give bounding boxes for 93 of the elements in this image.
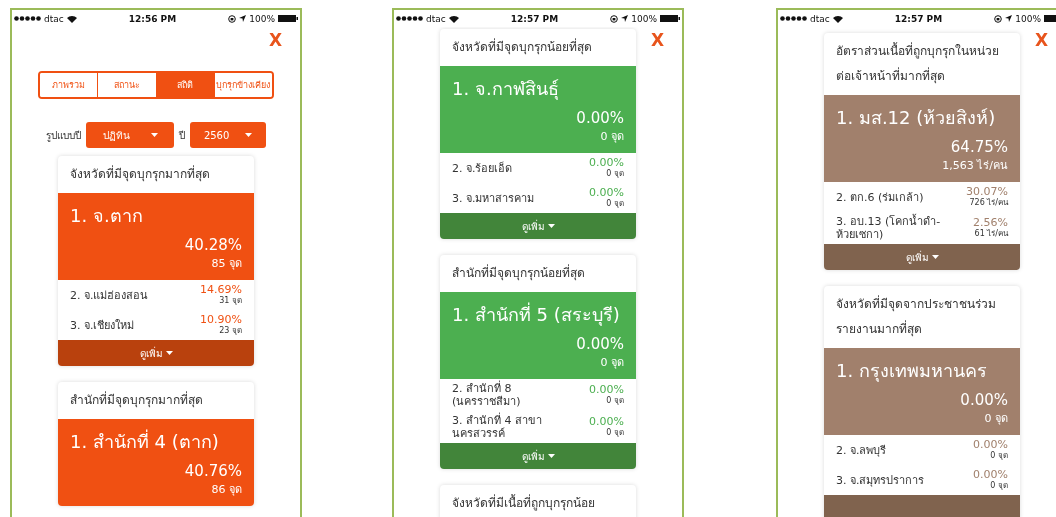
tab[interactable]: ภาพรวม [40,73,99,97]
rank-percent: 0.00% [589,384,624,396]
rank-count: 0 จุด [990,451,1008,461]
rank-percent: 14.69% [200,284,242,296]
rank-count: 23 จุด [219,326,242,336]
rank-percent: 0.00% [576,109,624,127]
rank-percent: 0.00% [973,439,1008,451]
wifi-icon [66,14,77,23]
status-time: 12:57 PM [894,13,943,24]
rank-count: 85 จุด [211,256,242,272]
location-icon [621,15,629,22]
rank-name: 3. สำนักที่ 4 สาขา นครสวรรค์ [452,414,543,440]
rank-percent: 10.90% [200,314,242,326]
card-title: สำนักที่มีจุดบุกรุกน้อยที่สุด [451,263,586,283]
rank-name: 1. สำนักที่ 4 (ตาก) [70,428,220,454]
card-title: จังหวัดที่มีเนื้อที่ถูกบุกรุกน้อย [451,493,596,513]
battery-icon [278,15,298,22]
location-icon [1005,15,1013,22]
battery-percent: 100% [631,13,657,24]
rank-count: 0 จุด [606,199,624,209]
rank-count: 0 จุด [600,129,624,145]
card-title: จังหวัดที่มีจุดบุกรุกน้อยที่สุด [451,37,593,57]
rank-name: 3. จ.เชียงใหม่ [70,318,135,332]
rank-count: 86 จุด [211,482,242,498]
rank-count: 1,563 ไร่/คน [942,158,1008,174]
rank-count: 0 จุด [984,411,1008,427]
tab[interactable]: บุกรุกข้างเคียง [214,73,272,97]
battery-percent: 100% [1015,13,1041,24]
rank-count: 0 จุด [600,355,624,371]
status-time: 12:56 PM [128,13,177,24]
show-more-button[interactable]: ดูเพิ่ม [58,340,254,366]
rank-name: 1. จ.ตาก [70,204,144,228]
card-title: จังหวัดที่มีจุดบุกรุกมากที่สุด [69,164,211,184]
carrier-name: dtac [44,13,64,24]
rank-percent: 2.56% [973,217,1008,229]
rank-count: 0 จุด [990,481,1008,491]
carrier-name: dtac [810,13,830,24]
rank-percent: 0.00% [960,391,1008,409]
rank-count: 31 จุด [219,296,242,306]
signal-icon [780,16,807,21]
rank-count: 0 จุด [606,428,624,438]
rank-name: 1. มส.12 (ห้วยสิงห์) [836,106,997,130]
show-more-button[interactable]: ดูเพิ่ม [824,244,1020,270]
rank-name: 3. อบ.13 (โคกน้ำดำ-ห้วยเซกา) [836,215,942,241]
dropdown[interactable]: ปฏิทิน [86,122,174,148]
lock-rotation-icon [610,14,619,23]
dropdown[interactable]: 2560 [190,122,266,148]
rank-name: 2. จ.แม่ฮ่องสอน [70,288,149,302]
battery-percent: 100% [249,13,275,24]
location-icon [239,15,247,22]
rank-name: 2. สำนักที่ 8 (นครราชสีมา) [452,382,522,408]
rank-name: 2. จ.ลพบุรี [836,443,887,457]
show-more-button[interactable]: ดูเพิ่ม [440,213,636,239]
rank-percent: 0.00% [589,187,624,199]
rank-name: 1. จ.กาฬสินธุ์ [452,77,560,102]
close-button[interactable]: X [650,30,664,50]
rank-name: 2. จ.ร้อยเอ็ด [452,161,513,175]
show-more-button[interactable]: ดูเพิ่ม [440,443,636,469]
rank-name: 3. จ.มหาสารคาม [452,191,535,205]
rank-percent: 30.07% [966,186,1008,198]
close-button[interactable]: X [1034,30,1048,50]
card-title: สำนักที่มีจุดบุกรุกมากที่สุด [69,390,204,410]
rank-count: 0 จุด [606,169,624,179]
rank-percent: 64.75% [950,138,1008,156]
tab[interactable]: สถิติ [156,73,215,97]
rank-count: 61 ไร่/คน [974,229,1008,239]
battery-icon [660,15,680,22]
rank-percent: 0.00% [589,416,624,428]
signal-icon [14,16,41,21]
rank-count: 726 ไร่/คน [969,198,1008,208]
card-title: จังหวัดที่มีจุดจากประชาชนร่วมรายงานมากที่สุด [835,294,997,339]
filter-label: ปี [179,128,185,143]
lock-rotation-icon [228,14,237,23]
rank-percent: 40.28% [184,236,242,254]
rank-name: 3. จ.สมุทรปราการ [836,473,925,487]
filter-label: รูปแบบปี [46,128,81,143]
wifi-icon [832,14,843,23]
signal-icon [396,16,423,21]
rank-percent: 0.00% [576,335,624,353]
rank-percent: 40.76% [184,462,242,480]
card-title: อัตราส่วนเนื้อที่ถูกบุกรุกในหน่วยต่อเจ้าหน้าที่มากที่สุด [835,41,1000,86]
show-more-bar[interactable] [824,495,1020,517]
status-time: 12:57 PM [510,13,559,24]
rank-name: 1. สำนักที่ 5 (สระบุรี) [452,301,621,328]
rank-name: 1. กรุงเทพมหานคร [836,359,988,384]
rank-name: 2. ตก.6 (ร่มเกล้า) [836,190,924,204]
close-button[interactable]: X [268,30,282,50]
rank-percent: 0.00% [973,469,1008,481]
rank-percent: 0.00% [589,157,624,169]
wifi-icon [448,14,459,23]
carrier-name: dtac [426,13,446,24]
rank-count: 0 จุด [606,396,624,406]
lock-rotation-icon [994,14,1003,23]
